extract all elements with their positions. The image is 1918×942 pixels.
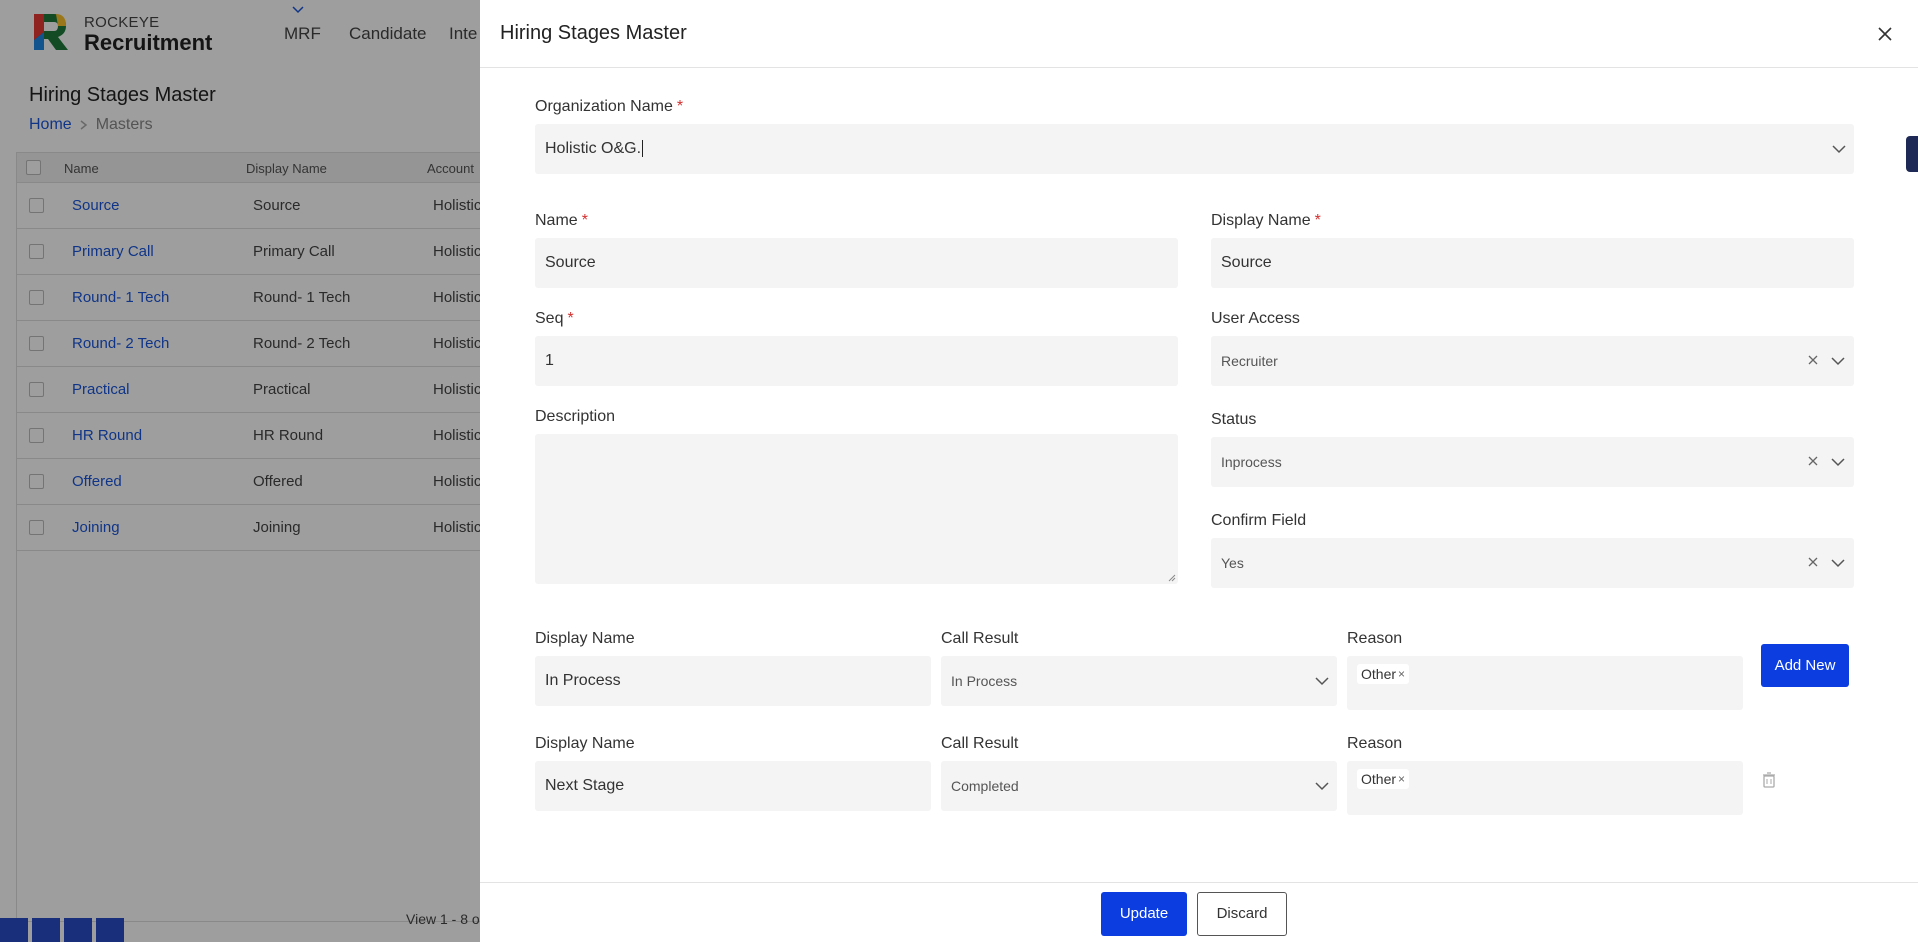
- user-access-label: User Access: [1211, 310, 1300, 327]
- chevron-down-icon[interactable]: [1831, 558, 1845, 568]
- remove-tag-icon[interactable]: ×: [1398, 667, 1405, 681]
- description-label: Description: [535, 408, 616, 425]
- remove-tag-icon[interactable]: ×: [1398, 772, 1405, 786]
- clear-icon[interactable]: [1807, 455, 1819, 467]
- chevron-down-icon[interactable]: [1831, 457, 1845, 467]
- clear-icon[interactable]: [1807, 556, 1819, 568]
- display-name-label-text: Display Name: [1211, 212, 1311, 229]
- trash-icon[interactable]: [1762, 772, 1776, 788]
- close-icon[interactable]: [1875, 24, 1895, 44]
- text-caret: [642, 140, 644, 158]
- organization-value-text: Holistic O&G.: [545, 140, 642, 157]
- stage-display-name-input[interactable]: Next Stage: [535, 761, 931, 811]
- update-button[interactable]: Update: [1101, 892, 1187, 936]
- name-value: Source: [545, 254, 596, 271]
- status-label: Status: [1211, 411, 1257, 428]
- seq-value: 1: [545, 352, 554, 369]
- seq-label-text: Seq: [535, 310, 564, 327]
- user-access-select[interactable]: Recruiter: [1211, 336, 1854, 386]
- organization-select[interactable]: Holistic O&G.: [535, 124, 1854, 174]
- feedback-side-tab[interactable]: [1906, 136, 1918, 172]
- chevron-down-icon[interactable]: [1315, 676, 1329, 686]
- resize-handle-icon[interactable]: [1168, 574, 1176, 582]
- confirm-field-select[interactable]: Yes: [1211, 538, 1854, 588]
- add-new-button[interactable]: Add New: [1761, 644, 1849, 687]
- reason-multiselect[interactable]: Other ×: [1347, 761, 1743, 815]
- required-mark: *: [581, 212, 588, 229]
- drawer-footer: Update Discard: [480, 882, 1918, 942]
- chevron-down-icon[interactable]: [1831, 356, 1845, 366]
- org-label-text: Organization Name: [535, 98, 673, 115]
- required-mark: *: [676, 98, 684, 115]
- name-label-text: Name: [535, 212, 578, 229]
- stage-display-name-input[interactable]: In Process: [535, 656, 931, 706]
- reason-label: Reason: [1347, 735, 1403, 752]
- reason-tag: Other ×: [1357, 769, 1410, 789]
- stage-display-name-label: Display Name: [535, 735, 635, 752]
- discard-button[interactable]: Discard: [1197, 892, 1287, 936]
- drawer-header: Hiring Stages Master: [480, 0, 1918, 68]
- reason-label: Reason: [1347, 630, 1403, 647]
- confirm-field-label: Confirm Field: [1211, 512, 1307, 529]
- org-label: Organization Name *: [535, 98, 683, 116]
- call-result-label: Call Result: [941, 735, 1019, 752]
- clear-icon[interactable]: [1807, 354, 1819, 366]
- status-value: Inprocess: [1221, 454, 1282, 470]
- status-select[interactable]: Inprocess: [1211, 437, 1854, 487]
- reason-tag-label: Other: [1361, 771, 1397, 787]
- chevron-down-icon[interactable]: [1832, 144, 1846, 154]
- reason-tag: Other ×: [1357, 664, 1410, 684]
- description-textarea[interactable]: [535, 434, 1178, 584]
- call-result-value: Completed: [951, 778, 1019, 794]
- call-result-select[interactable]: In Process: [941, 656, 1337, 706]
- chevron-down-icon[interactable]: [1315, 781, 1329, 791]
- display-name-value: Source: [1221, 254, 1272, 271]
- reason-multiselect[interactable]: Other ×: [1347, 656, 1743, 710]
- call-result-select[interactable]: Completed: [941, 761, 1337, 811]
- drawer-title: Hiring Stages Master: [500, 22, 687, 44]
- call-result-label: Call Result: [941, 630, 1019, 647]
- stage-display-name-value: In Process: [545, 672, 621, 689]
- call-result-value: In Process: [951, 673, 1018, 689]
- name-input[interactable]: Source: [535, 238, 1178, 288]
- seq-label: Seq *: [535, 310, 574, 328]
- stage-display-name-value: Next Stage: [545, 777, 625, 794]
- reason-tag-label: Other: [1361, 666, 1397, 682]
- stage-display-name-label: Display Name: [535, 630, 635, 647]
- hiring-stage-drawer: Hiring Stages Master Organization Name * …: [480, 0, 1918, 942]
- display-name-label: Display Name *: [1211, 212, 1321, 230]
- seq-input[interactable]: 1: [535, 336, 1178, 386]
- name-label: Name *: [535, 212, 588, 230]
- confirm-field-value: Yes: [1221, 555, 1244, 571]
- required-mark: *: [1314, 212, 1321, 229]
- required-mark: *: [567, 310, 574, 327]
- user-access-value: Recruiter: [1221, 353, 1278, 369]
- organization-value: Holistic O&G.: [545, 140, 644, 158]
- display-name-input[interactable]: Source: [1211, 238, 1854, 288]
